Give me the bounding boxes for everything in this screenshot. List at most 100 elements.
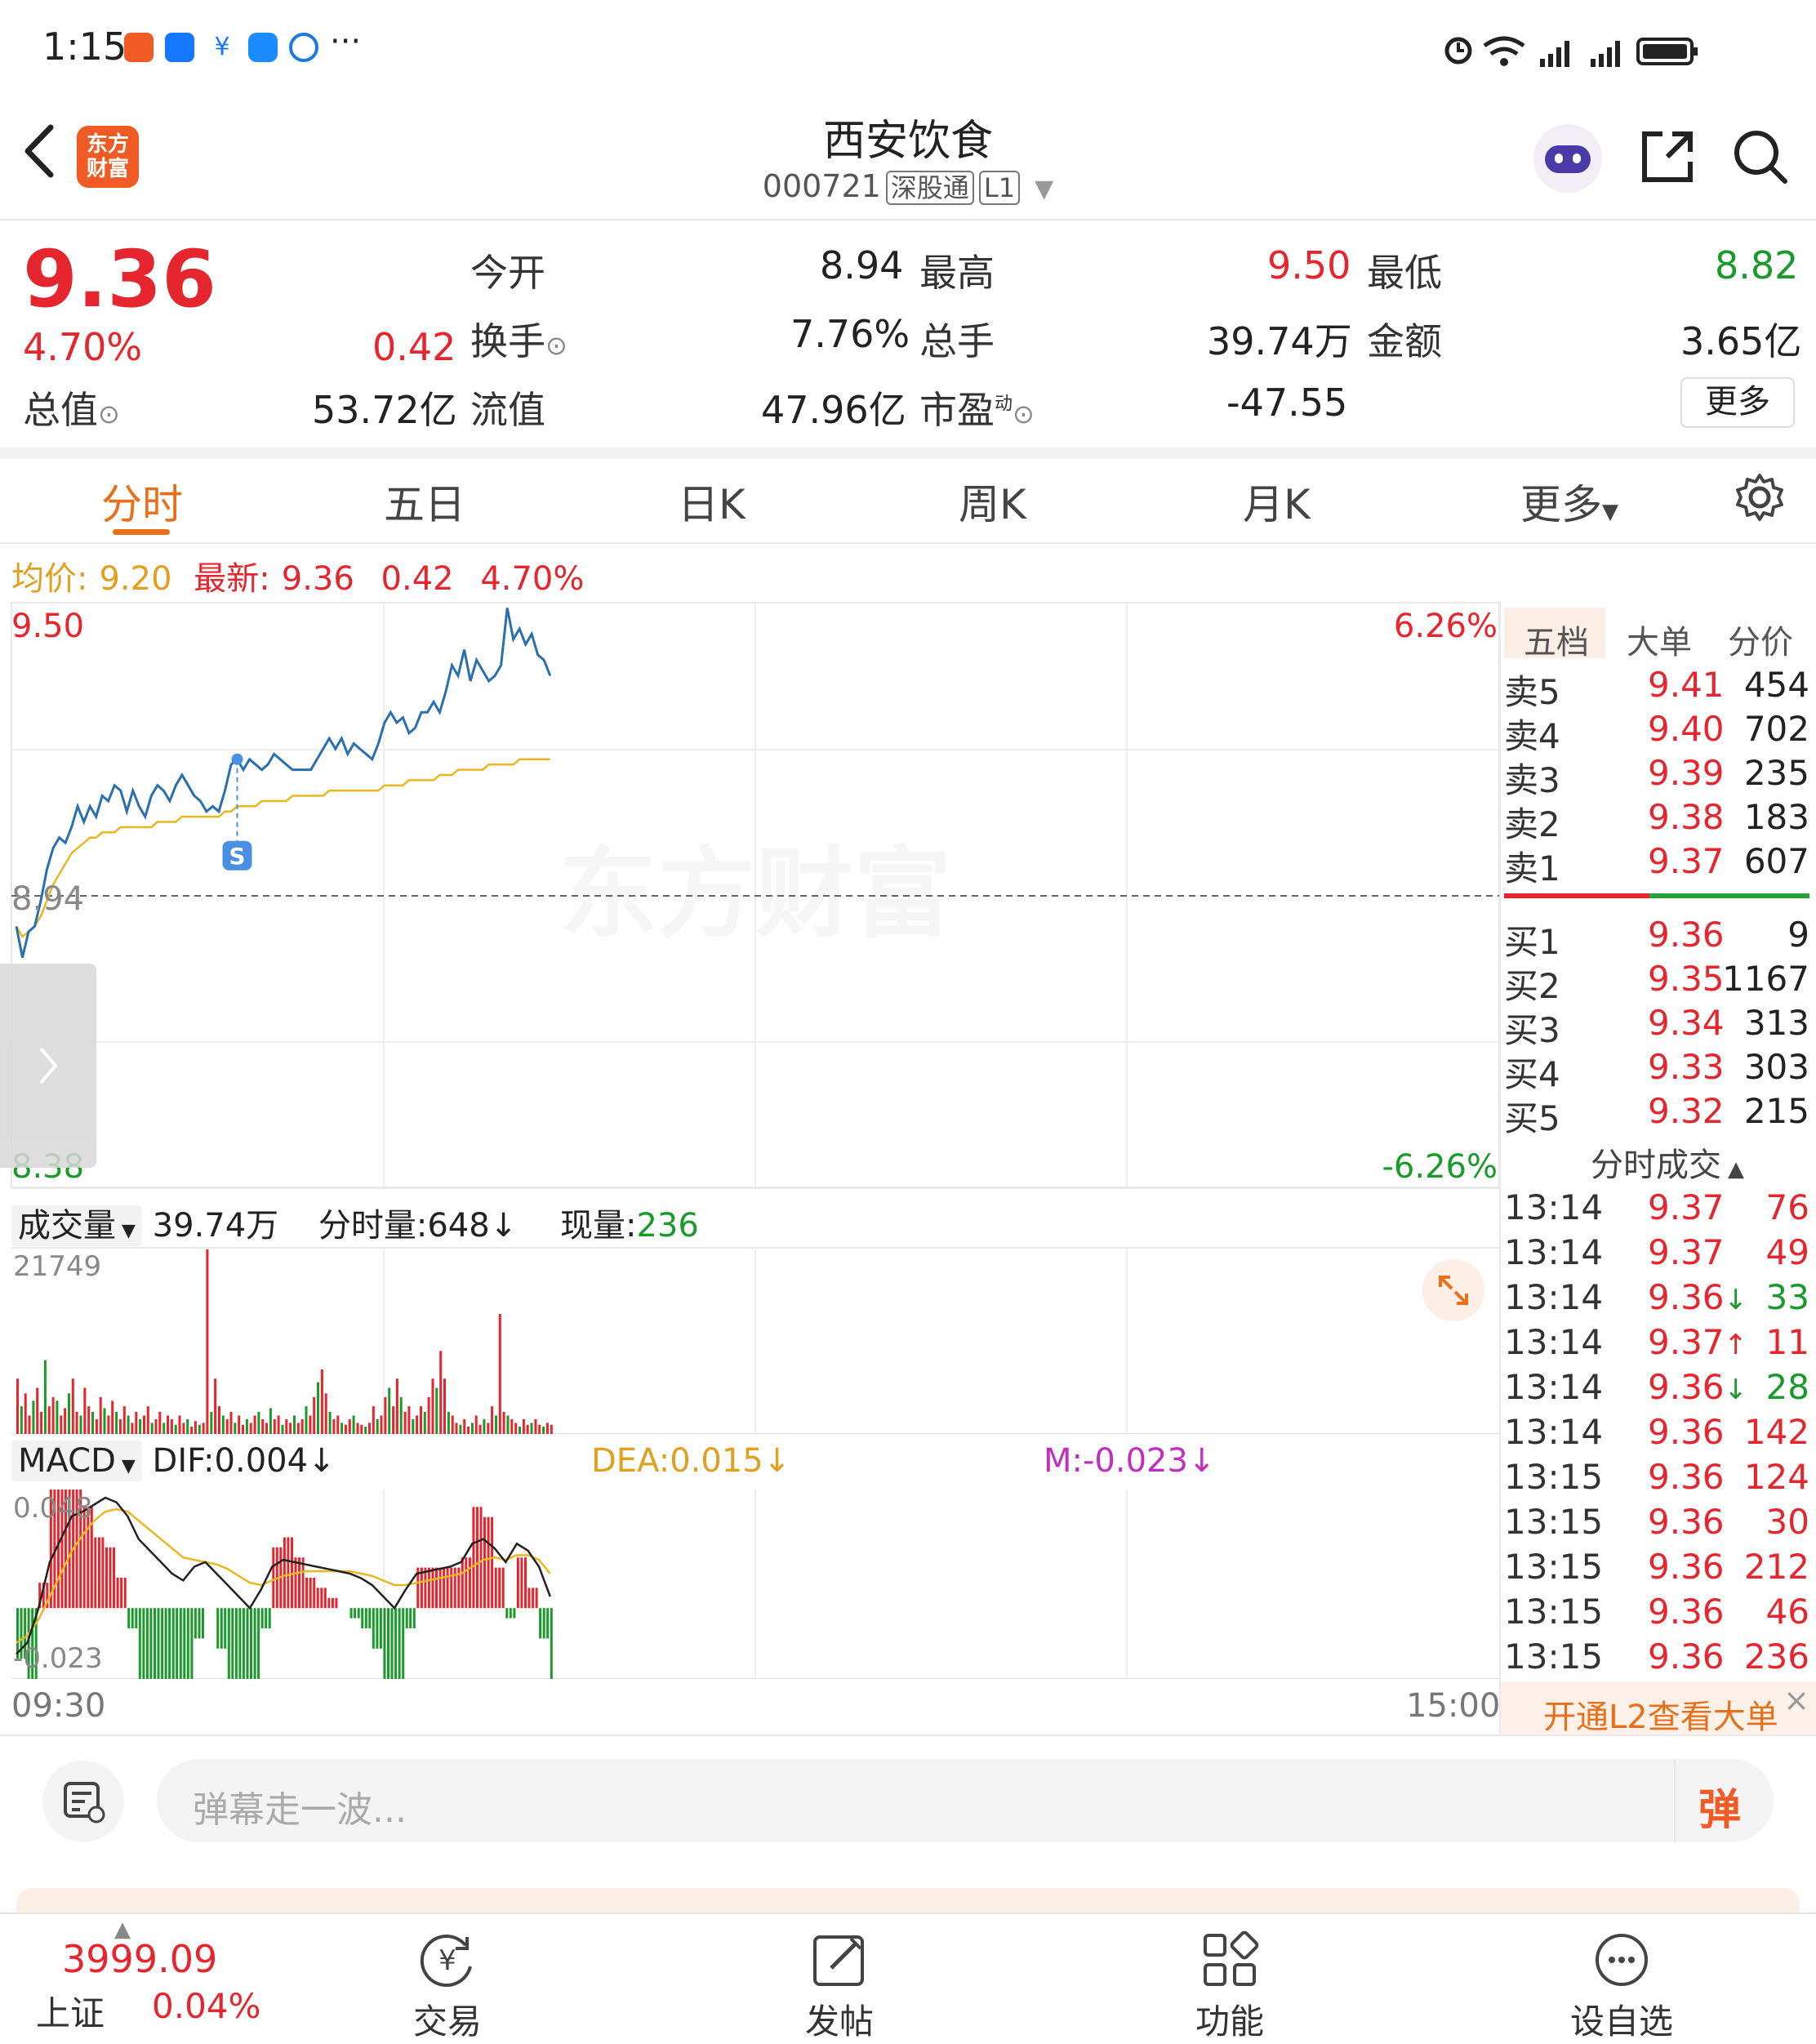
volume-bar [162,1423,166,1434]
volume-bar [522,1418,525,1434]
volume-bar [538,1424,541,1434]
turnover-label[interactable]: 换手⊙ [470,312,568,366]
danmu-send-button[interactable]: 弹 [1674,1759,1774,1842]
bid-row[interactable]: 买3 9.34 313 [1504,1003,1809,1050]
alipay-icon [165,33,194,62]
pe-label[interactable]: 市盈动⊙ [919,381,1035,434]
volume-bar [332,1418,336,1434]
share-icon[interactable] [1640,129,1695,185]
tick-row: 13:14 9.37 76 [1504,1187,1809,1231]
time-axis-end: 15:00 [1406,1687,1501,1725]
macd-bar [131,1608,134,1628]
tab-more[interactable]: 更多▼ [1520,472,1618,531]
macd-bar [127,1608,131,1628]
macd-bar [272,1547,275,1609]
tab-monthly-k[interactable]: 月K [1243,472,1311,531]
l2-banner[interactable]: 开通L2查看大单 × [1501,1682,1816,1736]
ask-row[interactable]: 卖5 9.41 454 [1504,665,1809,712]
macd-bar [505,1608,509,1619]
tab-weekly-k[interactable]: 周K [959,472,1026,531]
tick-volume: 124 [1743,1457,1809,1497]
volume-bar [498,1314,501,1434]
volume-value: 39.74万 [1207,319,1352,363]
bid-row[interactable]: 买1 9.36 9 [1504,915,1809,962]
ask-row[interactable]: 卖1 9.37 607 [1504,841,1809,888]
change-amount: 0.42 [372,325,456,369]
fullscreen-button[interactable] [1422,1259,1484,1321]
time-axis-start: 09:30 [11,1687,106,1725]
bid-volume: 215 [1743,1091,1809,1131]
tab-five-level[interactable]: 五档 [1524,616,1589,663]
amount-label: 金额 [1367,319,1442,363]
signal-icon [1591,41,1620,67]
macd-bar [327,1597,331,1609]
tick-row: 13:15 9.36 212 [1504,1547,1809,1591]
macd-bar [105,1547,108,1609]
tab-five-day[interactable]: 五日 [384,472,465,531]
ask-row[interactable]: 卖2 9.38 183 [1504,797,1809,844]
bid-row[interactable]: 买5 9.32 215 [1504,1091,1809,1138]
functions-button[interactable]: 功能 [1148,1994,1311,2044]
volume-bar [423,1411,426,1434]
macd-bar [516,1557,519,1609]
ask-volume: 183 [1743,797,1809,837]
ask-row[interactable]: 卖4 9.40 702 [1504,709,1809,756]
volume-bar [245,1418,248,1434]
tab-price-distribution[interactable]: 分价 [1728,616,1793,663]
macd-bar [383,1608,386,1679]
volume-bar [296,1423,300,1434]
volume-bar [550,1424,553,1434]
gear-icon[interactable] [1734,472,1785,523]
volume-dropdown[interactable]: 成交量 ▼ [11,1205,142,1246]
volume-bar [277,1415,280,1434]
grid-icon[interactable] [1199,1929,1261,1991]
add-watchlist-button[interactable]: 设自选 [1540,1994,1703,2044]
close-icon[interactable]: × [1783,1682,1809,1718]
ticks-title[interactable]: 分时成交 ▲ [1591,1138,1744,1186]
macd-header: MACD ▼ DIF:0.004↓ DEA:0.015↓ M:-0.023↓ [11,1441,1499,1481]
tab-intraday[interactable]: 分时 [101,472,183,531]
macd-bar [257,1608,260,1679]
macd-bar [250,1608,252,1679]
macd-bar [354,1608,357,1619]
market-cap: 53.72亿 [312,388,457,432]
more-quote-button[interactable]: 更多 [1680,377,1795,428]
macd-axis-bottom: -0.023 [13,1642,103,1675]
tab-daily-k[interactable]: 日K [678,472,746,531]
volume-bar [545,1423,549,1434]
danmu-settings-button[interactable] [42,1761,124,1842]
index-value[interactable]: 3999.09 [62,1937,217,1981]
caret-up-icon: ▲ [1728,1157,1744,1182]
macd-bar [287,1537,290,1609]
macd-axis-top: 0.048 [13,1492,92,1525]
macd-bar [198,1608,201,1639]
volume-header: 成交量 ▼ 39.74万 分时量:648↓ 现量:236 [11,1199,699,1246]
volume-bar [313,1396,316,1434]
more-dots-icon[interactable] [1591,1929,1653,1991]
caret-down-icon: ▼ [1602,500,1618,524]
danmu-input[interactable]: 弹幕走一波... 弹 [157,1759,1774,1842]
intraday-price-chart[interactable]: 东方财富 S 9.50 8.94 8.38 6.26% -6.26% [0,601,1502,1189]
yen-trade-icon[interactable]: ¥ [416,1929,478,1991]
post-button[interactable]: 发帖 [758,1994,921,2044]
macd-bar [190,1608,194,1679]
volume-bar [324,1393,327,1434]
search-icon[interactable] [1731,127,1790,186]
macd-bar [461,1557,464,1609]
edit-post-icon[interactable] [808,1929,870,1991]
bid-row[interactable]: 买4 9.33 303 [1504,1047,1809,1094]
trade-button[interactable]: 交易 [366,1994,529,2044]
volume-bar [336,1415,340,1434]
macd-dropdown[interactable]: MACD ▼ [11,1441,142,1481]
tick-price: 9.37 [1648,1232,1725,1272]
ask-row[interactable]: 卖3 9.39 235 [1504,753,1809,800]
tab-large-orders[interactable]: 大单 [1627,616,1692,663]
tick-price: 9.36 [1648,1637,1725,1677]
info-icon: ⊙ [98,399,120,430]
assistant-avatar[interactable] [1533,124,1602,193]
index-name[interactable]: 上证 [36,1986,105,2036]
status-time: 1:15 [42,24,127,69]
side-panel-handle[interactable] [0,964,96,1168]
market-cap-label[interactable]: 总值⊙ [23,381,120,434]
bid-row[interactable]: 买2 9.35 1167 [1504,959,1809,1006]
